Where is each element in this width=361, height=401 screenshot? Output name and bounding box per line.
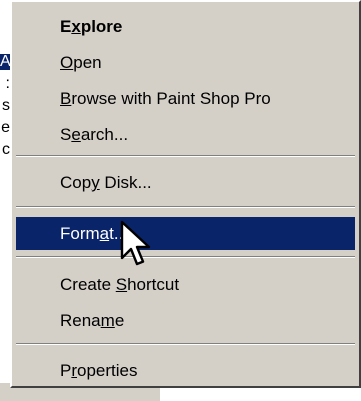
background-text: c <box>2 142 10 158</box>
arrow-pointer-icon <box>120 220 151 266</box>
menu-item-browse-with-paint-shop-pro[interactable]: Browse with Paint Shop Pro <box>16 82 355 115</box>
menu-separator <box>16 206 355 208</box>
background-text: s <box>2 98 10 114</box>
accelerator-key: B <box>60 89 72 108</box>
menu-separator <box>16 155 355 157</box>
menu-separator <box>16 343 355 345</box>
menu-item-open[interactable]: Open <box>16 46 355 79</box>
menu-item-create-shortcut[interactable]: Create Shortcut <box>16 268 355 301</box>
background-text: e <box>1 120 10 136</box>
menu-item-copy-disk[interactable]: Copy Disk... <box>16 166 355 199</box>
menu-item-format[interactable]: Format... <box>16 217 355 250</box>
accelerator-key: m <box>100 311 115 330</box>
menu-item-rename[interactable]: Rename <box>16 304 355 337</box>
menu-item-explore[interactable]: Explore <box>16 10 355 43</box>
background-item-selected: A <box>0 54 10 70</box>
context-menu: Explore Open Browse with Paint Shop Pro … <box>10 0 361 388</box>
accelerator-key: y <box>91 173 100 192</box>
menu-item-properties[interactable]: Properties <box>16 354 355 387</box>
accelerator-key: a <box>99 224 110 243</box>
menu-separator <box>16 256 355 258</box>
background-text: : <box>5 76 10 92</box>
accelerator-key: e <box>71 125 81 144</box>
menu-item-search[interactable]: Search... <box>16 118 355 151</box>
accelerator-key: S <box>115 275 128 294</box>
accelerator-key: r <box>71 361 78 380</box>
accelerator-key: O <box>60 53 74 72</box>
accelerator-key: x <box>71 17 81 36</box>
